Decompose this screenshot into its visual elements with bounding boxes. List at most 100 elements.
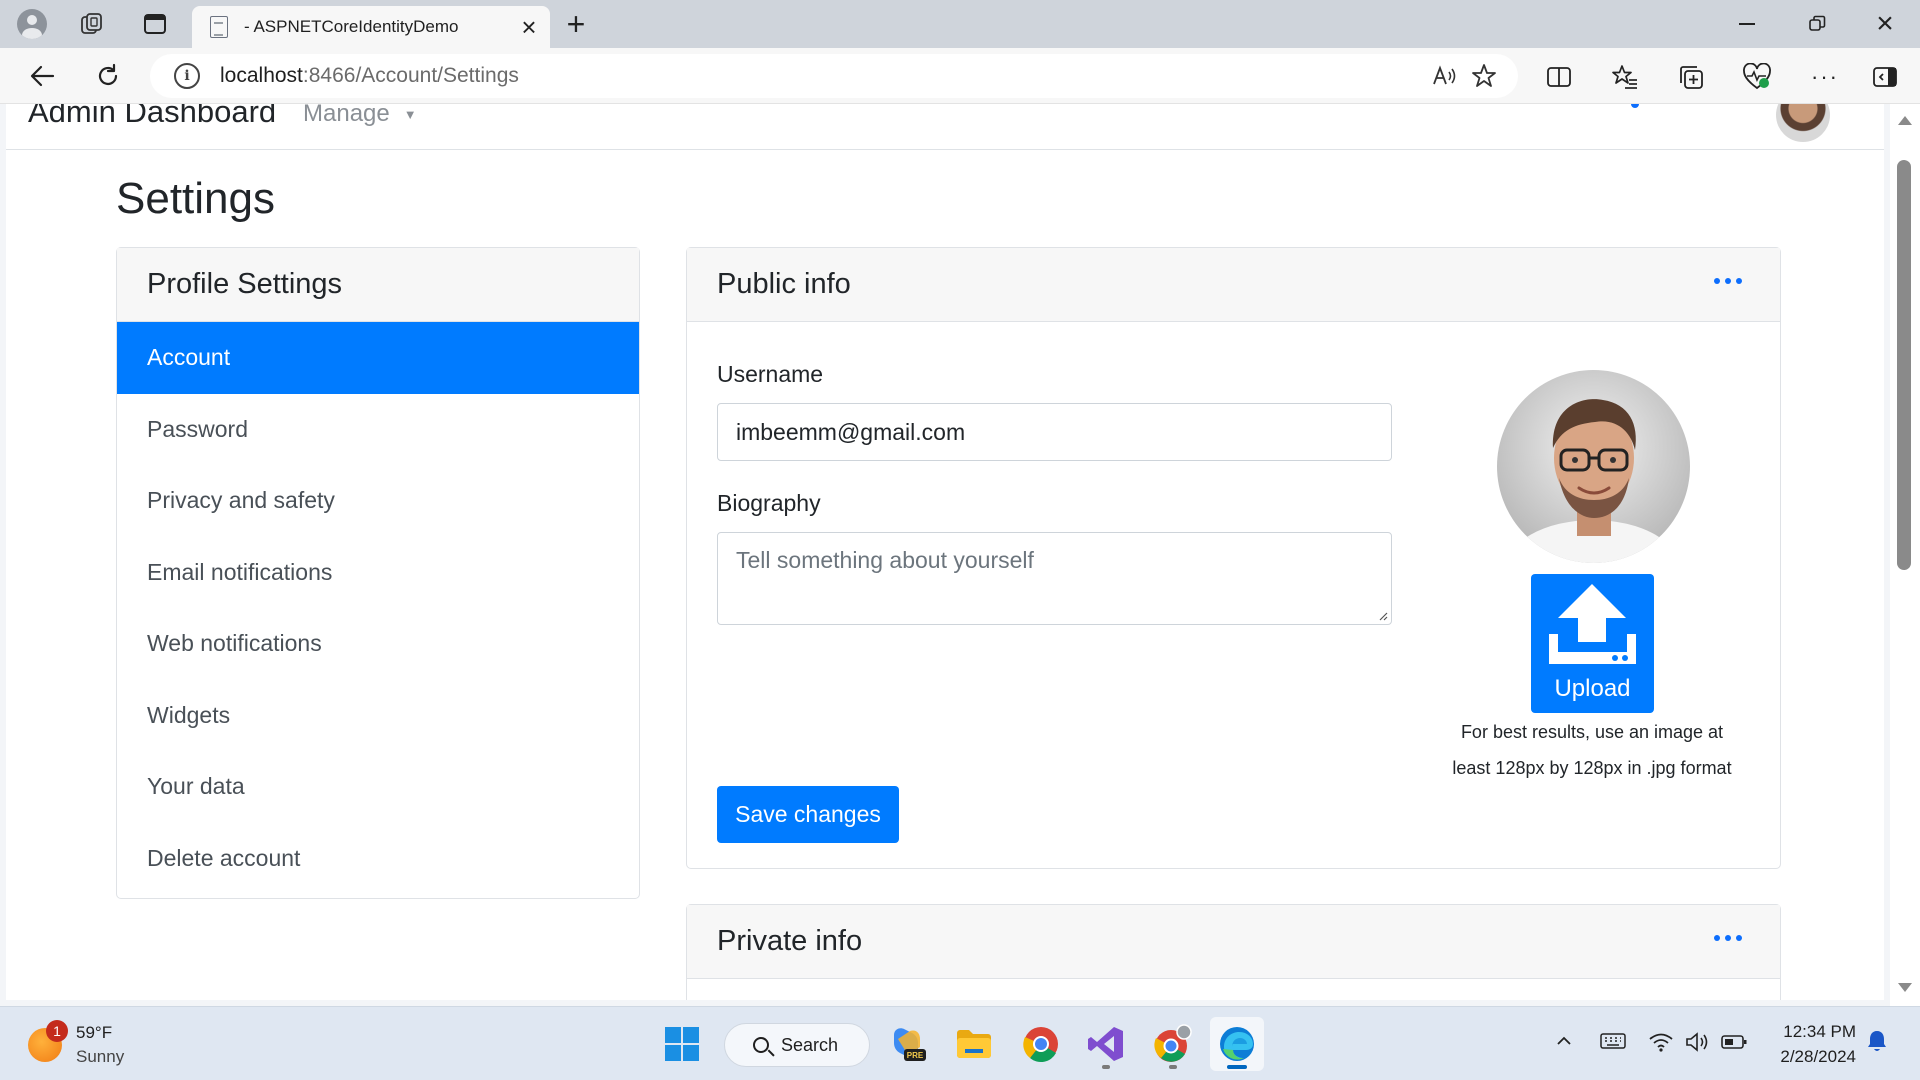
workspaces-icon[interactable] bbox=[72, 4, 112, 44]
profile-settings-header: Profile Settings bbox=[117, 248, 639, 322]
profile-settings-title: Profile Settings bbox=[147, 268, 343, 300]
scroll-down-arrow-icon[interactable] bbox=[1898, 983, 1912, 992]
read-aloud-icon[interactable] bbox=[1424, 56, 1464, 96]
vertical-tabs-icon[interactable] bbox=[135, 4, 175, 44]
site-info-icon[interactable]: i bbox=[174, 63, 200, 89]
user-avatar[interactable] bbox=[1776, 104, 1830, 142]
wifi-icon[interactable] bbox=[1648, 1031, 1674, 1058]
chrome-icon[interactable] bbox=[1014, 1017, 1068, 1071]
public-info-title: Public info bbox=[717, 268, 851, 300]
card-options-icon[interactable] bbox=[1714, 278, 1742, 284]
weather-widget[interactable]: 1 59°F Sunny bbox=[28, 1020, 125, 1069]
show-hidden-icons-chevron-icon[interactable] bbox=[1554, 1031, 1574, 1056]
browser-toolbar: i localhost:8466/Account/Settings ··· bbox=[0, 48, 1920, 104]
site-navbar: Admin Dashboard Manage ▼ bbox=[6, 104, 1884, 150]
page-viewport: Admin Dashboard Manage ▼ Settings Profile… bbox=[0, 104, 1920, 1006]
brand-link[interactable]: Admin Dashboard bbox=[28, 104, 276, 130]
active-indicator bbox=[1227, 1065, 1247, 1069]
manage-dropdown[interactable]: Manage ▼ bbox=[303, 104, 417, 128]
edge-browser-icon[interactable] bbox=[1210, 1017, 1264, 1071]
menu-item-privacy-and-safety[interactable]: Privacy and safety bbox=[117, 465, 639, 537]
menu-item-account[interactable]: Account bbox=[117, 322, 639, 394]
profile-settings-card: Profile Settings Account Password Privac… bbox=[116, 247, 640, 899]
biography-placeholder: Tell something about yourself bbox=[736, 547, 1034, 573]
favorites-icon[interactable] bbox=[1604, 56, 1646, 98]
url-host: localhost bbox=[220, 64, 303, 87]
volume-icon[interactable] bbox=[1684, 1031, 1710, 1058]
menu-item-widgets[interactable]: Widgets bbox=[117, 680, 639, 752]
notification-bell-icon[interactable] bbox=[1866, 1029, 1888, 1058]
nav-indicator bbox=[1631, 104, 1639, 108]
browser-essentials-icon[interactable] bbox=[1736, 56, 1778, 98]
svg-text:PRE: PRE bbox=[907, 1051, 924, 1060]
scroll-up-arrow-icon[interactable] bbox=[1898, 116, 1912, 125]
upload-icon bbox=[1549, 584, 1636, 664]
private-info-card: Private info bbox=[686, 904, 1781, 1000]
split-screen-icon[interactable] bbox=[1538, 56, 1580, 98]
sidebar-toggle-icon[interactable] bbox=[1864, 56, 1906, 98]
sun-icon: 1 bbox=[28, 1020, 68, 1062]
browser-profile-icon[interactable] bbox=[12, 4, 52, 44]
favorite-star-icon[interactable] bbox=[1464, 56, 1504, 96]
upload-hint: For best results, use an image at least … bbox=[1447, 714, 1737, 786]
scrollbar-thumb[interactable] bbox=[1897, 160, 1911, 570]
username-label: Username bbox=[717, 361, 824, 387]
public-info-header: Public info bbox=[687, 248, 1780, 322]
windows-taskbar: 1 59°F Sunny Search PRE 12:34 PM 2/28/20… bbox=[0, 1006, 1920, 1080]
resize-handle-icon[interactable] bbox=[1378, 611, 1388, 621]
tab-close-icon[interactable]: × bbox=[512, 10, 546, 44]
notification-badge: 1 bbox=[46, 1020, 68, 1042]
url-path: :8466/Account/Settings bbox=[302, 64, 519, 87]
page-scrollbar[interactable] bbox=[1890, 104, 1920, 1006]
url-text[interactable]: localhost:8466/Account/Settings bbox=[220, 64, 1424, 88]
more-options-icon[interactable]: ··· bbox=[1804, 56, 1846, 98]
biography-textarea[interactable]: Tell something about yourself bbox=[717, 532, 1392, 625]
start-button[interactable] bbox=[655, 1017, 709, 1071]
system-clock[interactable]: 12:34 PM 2/28/2024 bbox=[1770, 1019, 1856, 1069]
windows-logo-icon bbox=[665, 1027, 699, 1061]
page-icon bbox=[210, 16, 228, 38]
window-close-button[interactable]: × bbox=[1850, 0, 1920, 48]
card-options-icon[interactable] bbox=[1714, 935, 1742, 941]
clock-time: 12:34 PM bbox=[1783, 1022, 1856, 1041]
tab-title: - ASPNETCoreIdentityDemo bbox=[244, 17, 459, 36]
private-info-header: Private info bbox=[687, 905, 1780, 979]
battery-icon[interactable] bbox=[1720, 1031, 1748, 1058]
back-arrow-icon[interactable] bbox=[22, 56, 62, 96]
upload-button[interactable]: Upload bbox=[1531, 574, 1654, 713]
username-input[interactable]: imbeemm@gmail.com bbox=[717, 403, 1392, 461]
new-tab-button[interactable]: + bbox=[556, 4, 596, 44]
running-indicator bbox=[1169, 1065, 1177, 1069]
biography-label: Biography bbox=[717, 490, 821, 516]
page-content: Admin Dashboard Manage ▼ Settings Profile… bbox=[6, 104, 1884, 1000]
copilot-app-icon[interactable]: PRE bbox=[880, 1017, 934, 1071]
clock-date: 2/28/2024 bbox=[1780, 1047, 1856, 1066]
upload-hint-line2: least 128px by 128px in .jpg format bbox=[1452, 758, 1732, 778]
address-bar[interactable]: i localhost:8466/Account/Settings bbox=[150, 54, 1518, 98]
weather-condition: Sunny bbox=[76, 1047, 125, 1066]
chrome-profile-icon[interactable] bbox=[1146, 1017, 1200, 1071]
menu-item-email-notifications[interactable]: Email notifications bbox=[117, 537, 639, 609]
window-restore-button[interactable] bbox=[1782, 0, 1852, 48]
menu-item-your-data[interactable]: Your data bbox=[117, 751, 639, 823]
visual-studio-icon[interactable] bbox=[1079, 1017, 1133, 1071]
taskbar-search[interactable]: Search bbox=[724, 1023, 870, 1067]
page-title: Settings bbox=[116, 174, 275, 223]
file-explorer-icon[interactable] bbox=[947, 1017, 1001, 1071]
window-minimize-button[interactable] bbox=[1712, 0, 1782, 48]
menu-item-web-notifications[interactable]: Web notifications bbox=[117, 608, 639, 680]
search-label: Search bbox=[781, 1034, 839, 1055]
upload-label: Upload bbox=[1554, 675, 1631, 702]
browser-tab-strip: - ASPNETCoreIdentityDemo × + × bbox=[0, 0, 1920, 48]
menu-item-delete-account[interactable]: Delete account bbox=[117, 823, 639, 895]
running-indicator bbox=[1102, 1065, 1110, 1069]
active-tab[interactable]: - ASPNETCoreIdentityDemo × bbox=[192, 6, 550, 48]
reload-icon[interactable] bbox=[88, 56, 128, 96]
collections-icon[interactable] bbox=[1670, 56, 1712, 98]
keyboard-icon[interactable] bbox=[1600, 1031, 1626, 1056]
temperature: 59°F bbox=[76, 1023, 113, 1042]
private-info-title: Private info bbox=[717, 925, 863, 957]
profile-photo bbox=[1497, 370, 1690, 563]
save-changes-button[interactable]: Save changes bbox=[717, 786, 899, 843]
menu-item-password[interactable]: Password bbox=[117, 394, 639, 466]
